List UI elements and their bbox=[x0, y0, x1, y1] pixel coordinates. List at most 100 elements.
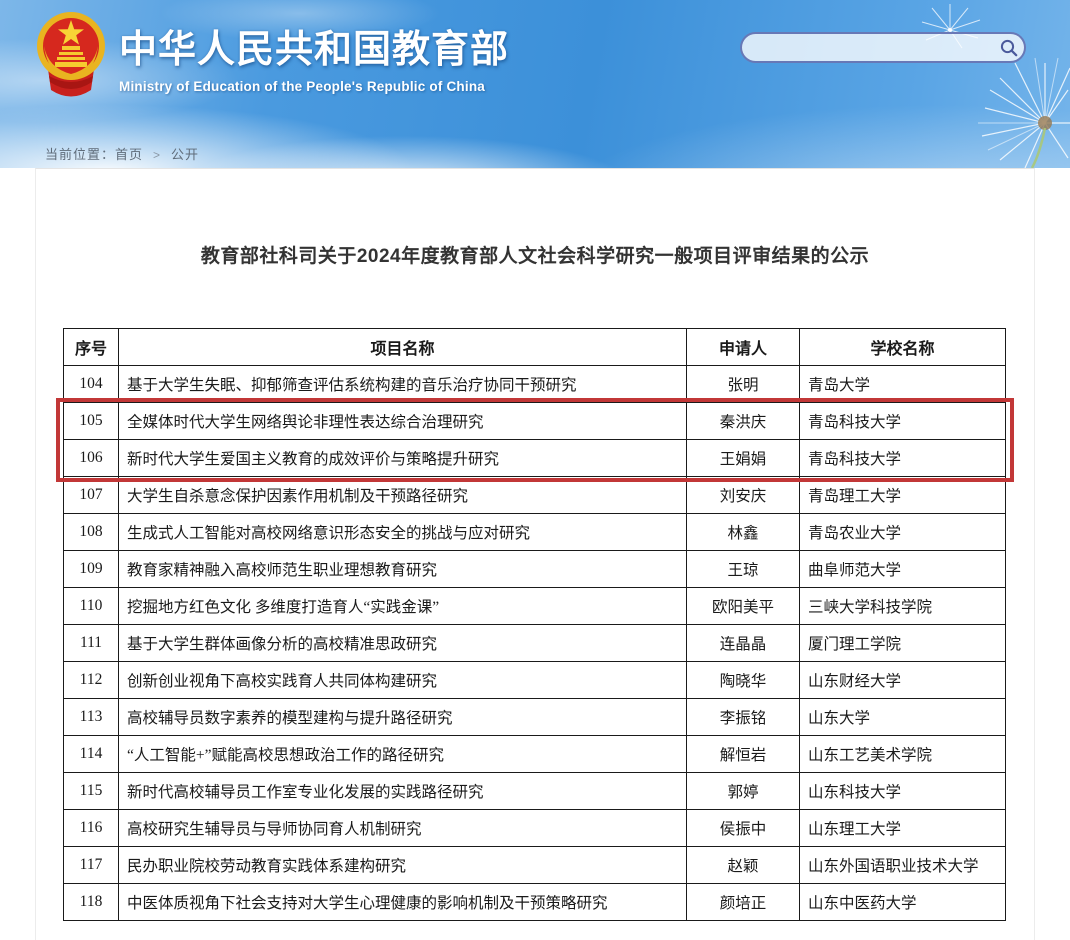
cell-applicant: 颜培正 bbox=[687, 884, 800, 921]
cell-project: 挖掘地方红色文化 多维度打造育人“实践金课” bbox=[119, 588, 687, 625]
table-row: 107大学生自杀意念保护因素作用机制及干预路径研究刘安庆青岛理工大学 bbox=[64, 477, 1006, 514]
cell-project: 全媒体时代大学生网络舆论非理性表达综合治理研究 bbox=[119, 403, 687, 440]
site-subtitle: Ministry of Education of the People's Re… bbox=[119, 79, 509, 94]
cell-project: 高校研究生辅导员与导师协同育人机制研究 bbox=[119, 810, 687, 847]
table-row: 115新时代高校辅导员工作室专业化发展的实践路径研究郭婷山东科技大学 bbox=[64, 773, 1006, 810]
table-header: 序号 项目名称 申请人 学校名称 bbox=[64, 329, 1006, 366]
cell-school: 曲阜师范大学 bbox=[800, 551, 1006, 588]
cell-applicant: 赵颖 bbox=[687, 847, 800, 884]
cell-project: 新时代大学生爱国主义教育的成效评价与策略提升研究 bbox=[119, 440, 687, 477]
results-table: 序号 项目名称 申请人 学校名称 104基于大学生失眠、抑郁筛查评估系统构建的音… bbox=[63, 328, 1006, 921]
cell-school: 青岛大学 bbox=[800, 366, 1006, 403]
cell-school: 青岛理工大学 bbox=[800, 477, 1006, 514]
cell-project: 教育家精神融入高校师范生职业理想教育研究 bbox=[119, 551, 687, 588]
table-row: 118中医体质视角下社会支持对大学生心理健康的影响机制及干预策略研究颜培正山东中… bbox=[64, 884, 1006, 921]
cell-project: 基于大学生失眠、抑郁筛查评估系统构建的音乐治疗协同干预研究 bbox=[119, 366, 687, 403]
table-row: 108生成式人工智能对高校网络意识形态安全的挑战与应对研究林鑫青岛农业大学 bbox=[64, 514, 1006, 551]
table-row: 116高校研究生辅导员与导师协同育人机制研究侯振中山东理工大学 bbox=[64, 810, 1006, 847]
breadcrumb-public-link[interactable]: 公开 bbox=[171, 147, 199, 162]
table-row: 114“人工智能+”赋能高校思想政治工作的路径研究解恒岩山东工艺美术学院 bbox=[64, 736, 1006, 773]
cell-school: 青岛农业大学 bbox=[800, 514, 1006, 551]
cell-school: 山东工艺美术学院 bbox=[800, 736, 1006, 773]
site-header: 中华人民共和国教育部 Ministry of Education of the … bbox=[0, 0, 1070, 168]
cell-school: 青岛科技大学 bbox=[800, 403, 1006, 440]
cell-num: 105 bbox=[64, 403, 119, 440]
cell-applicant: 郭婷 bbox=[687, 773, 800, 810]
cell-num: 104 bbox=[64, 366, 119, 403]
search-input[interactable] bbox=[742, 34, 994, 61]
cell-school: 山东外国语职业技术大学 bbox=[800, 847, 1006, 884]
cell-project: 高校辅导员数字素养的模型建构与提升路径研究 bbox=[119, 699, 687, 736]
col-header-project: 项目名称 bbox=[119, 329, 687, 366]
cell-applicant: 刘安庆 bbox=[687, 477, 800, 514]
search-icon[interactable] bbox=[994, 34, 1024, 61]
ministry-emblem-logo bbox=[36, 6, 106, 102]
cell-num: 112 bbox=[64, 662, 119, 699]
cell-applicant: 秦洪庆 bbox=[687, 403, 800, 440]
breadcrumb-label: 当前位置： bbox=[45, 147, 115, 162]
cell-num: 109 bbox=[64, 551, 119, 588]
cell-project: 新时代高校辅导员工作室专业化发展的实践路径研究 bbox=[119, 773, 687, 810]
cell-school: 山东大学 bbox=[800, 699, 1006, 736]
cell-applicant: 王琼 bbox=[687, 551, 800, 588]
table-body: 104基于大学生失眠、抑郁筛查评估系统构建的音乐治疗协同干预研究张明青岛大学10… bbox=[64, 366, 1006, 921]
cell-applicant: 陶晓华 bbox=[687, 662, 800, 699]
cell-school: 山东理工大学 bbox=[800, 810, 1006, 847]
cell-project: 基于大学生群体画像分析的高校精准思政研究 bbox=[119, 625, 687, 662]
site-title-block: 中华人民共和国教育部 Ministry of Education of the … bbox=[119, 18, 509, 94]
cell-num: 116 bbox=[64, 810, 119, 847]
site-title: 中华人民共和国教育部 bbox=[119, 18, 509, 73]
cell-num: 107 bbox=[64, 477, 119, 514]
col-header-applicant: 申请人 bbox=[687, 329, 800, 366]
breadcrumb: 当前位置：首页 > 公开 bbox=[45, 144, 199, 163]
cell-applicant: 张明 bbox=[687, 366, 800, 403]
breadcrumb-home-link[interactable]: 首页 bbox=[115, 147, 143, 162]
table-row: 112创新创业视角下高校实践育人共同体构建研究陶晓华山东财经大学 bbox=[64, 662, 1006, 699]
table-row: 105全媒体时代大学生网络舆论非理性表达综合治理研究秦洪庆青岛科技大学 bbox=[64, 403, 1006, 440]
cell-num: 114 bbox=[64, 736, 119, 773]
cell-applicant: 欧阳美平 bbox=[687, 588, 800, 625]
cell-applicant: 李振铭 bbox=[687, 699, 800, 736]
cell-project: 民办职业院校劳动教育实践体系建构研究 bbox=[119, 847, 687, 884]
cell-applicant: 林鑫 bbox=[687, 514, 800, 551]
cell-num: 106 bbox=[64, 440, 119, 477]
page-title: 教育部社科司关于2024年度教育部人文社会科学研究一般项目评审结果的公示 bbox=[36, 243, 1034, 271]
cell-applicant: 王娟娟 bbox=[687, 440, 800, 477]
table-row: 113高校辅导员数字素养的模型建构与提升路径研究李振铭山东大学 bbox=[64, 699, 1006, 736]
breadcrumb-separator: > bbox=[153, 148, 161, 162]
cell-school: 厦门理工学院 bbox=[800, 625, 1006, 662]
table-row: 111基于大学生群体画像分析的高校精准思政研究连晶晶厦门理工学院 bbox=[64, 625, 1006, 662]
page: 中华人民共和国教育部 Ministry of Education of the … bbox=[0, 0, 1070, 940]
cell-project: 生成式人工智能对高校网络意识形态安全的挑战与应对研究 bbox=[119, 514, 687, 551]
cell-num: 118 bbox=[64, 884, 119, 921]
cell-applicant: 连晶晶 bbox=[687, 625, 800, 662]
table-row: 110挖掘地方红色文化 多维度打造育人“实践金课”欧阳美平三峡大学科技学院 bbox=[64, 588, 1006, 625]
table-row: 117民办职业院校劳动教育实践体系建构研究赵颖山东外国语职业技术大学 bbox=[64, 847, 1006, 884]
cell-school: 三峡大学科技学院 bbox=[800, 588, 1006, 625]
cell-num: 113 bbox=[64, 699, 119, 736]
cell-num: 111 bbox=[64, 625, 119, 662]
cell-school: 山东科技大学 bbox=[800, 773, 1006, 810]
search-box[interactable] bbox=[740, 32, 1026, 63]
cell-school: 山东财经大学 bbox=[800, 662, 1006, 699]
col-header-num: 序号 bbox=[64, 329, 119, 366]
cell-num: 110 bbox=[64, 588, 119, 625]
cell-project: 创新创业视角下高校实践育人共同体构建研究 bbox=[119, 662, 687, 699]
content-panel: 教育部社科司关于2024年度教育部人文社会科学研究一般项目评审结果的公示 序号 … bbox=[35, 168, 1035, 940]
cell-num: 108 bbox=[64, 514, 119, 551]
table-row: 106新时代大学生爱国主义教育的成效评价与策略提升研究王娟娟青岛科技大学 bbox=[64, 440, 1006, 477]
cell-applicant: 侯振中 bbox=[687, 810, 800, 847]
cell-project: 大学生自杀意念保护因素作用机制及干预路径研究 bbox=[119, 477, 687, 514]
cell-num: 117 bbox=[64, 847, 119, 884]
table-row: 109教育家精神融入高校师范生职业理想教育研究王琼曲阜师范大学 bbox=[64, 551, 1006, 588]
col-header-school: 学校名称 bbox=[800, 329, 1006, 366]
cell-project: “人工智能+”赋能高校思想政治工作的路径研究 bbox=[119, 736, 687, 773]
cell-applicant: 解恒岩 bbox=[687, 736, 800, 773]
cell-school: 青岛科技大学 bbox=[800, 440, 1006, 477]
table-row: 104基于大学生失眠、抑郁筛查评估系统构建的音乐治疗协同干预研究张明青岛大学 bbox=[64, 366, 1006, 403]
cell-project: 中医体质视角下社会支持对大学生心理健康的影响机制及干预策略研究 bbox=[119, 884, 687, 921]
table-wrap: 序号 项目名称 申请人 学校名称 104基于大学生失眠、抑郁筛查评估系统构建的音… bbox=[63, 328, 1005, 921]
table-header-row: 序号 项目名称 申请人 学校名称 bbox=[64, 329, 1006, 366]
cell-num: 115 bbox=[64, 773, 119, 810]
cell-school: 山东中医药大学 bbox=[800, 884, 1006, 921]
